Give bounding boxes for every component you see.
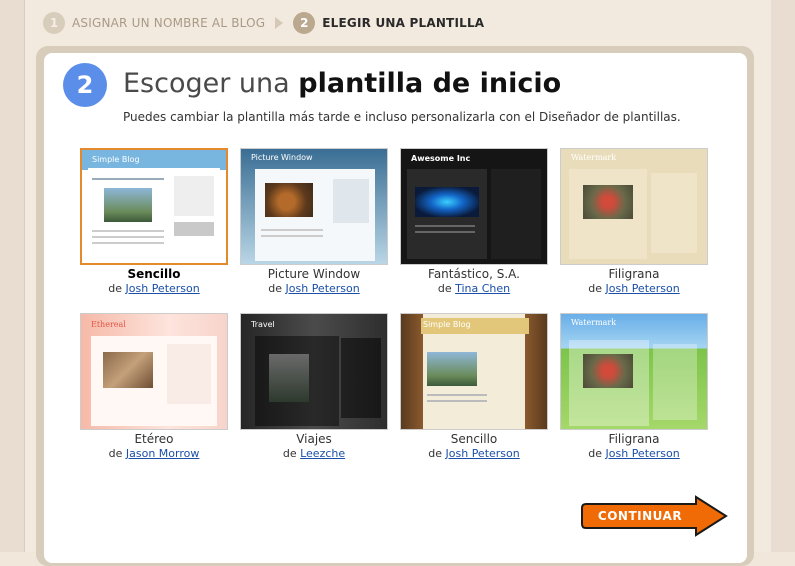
continue-button[interactable]: CONTINUAR	[580, 495, 730, 537]
page-title: Escoger una plantilla de inicio	[123, 68, 561, 99]
author-prefix: de	[588, 447, 603, 460]
template-author: de Leezche	[240, 447, 388, 460]
template-author: de Josh Peterson	[560, 282, 708, 295]
thumbnail-title: Simple Blog	[423, 320, 471, 329]
template-name: Filigrana	[608, 267, 660, 281]
template-name: Fantástico, S.A.	[428, 267, 520, 281]
template-name: Sencillo	[127, 267, 181, 281]
author-link[interactable]: Josh Peterson	[606, 282, 680, 295]
step-2: 2 ELEGIR UNA PLANTILLA	[293, 12, 484, 34]
template-name: Filigrana	[608, 432, 660, 446]
template-panel	[44, 53, 747, 563]
author-prefix: de	[428, 447, 443, 460]
template-author: de Tina Chen	[400, 282, 548, 295]
step-1[interactable]: 1 ASIGNAR UN NOMBRE AL BLOG	[43, 12, 265, 34]
thumbnail-title: Travel	[251, 320, 275, 329]
thumbnail-title: Awesome Inc	[411, 154, 471, 163]
author-link[interactable]: Josh Peterson	[286, 282, 360, 295]
page-title-light: Escoger una	[123, 68, 299, 99]
author-prefix: de	[108, 447, 123, 460]
step-indicator: 1 ASIGNAR UN NOMBRE AL BLOG 2 ELEGIR UNA…	[43, 10, 484, 36]
author-link[interactable]: Josh Peterson	[126, 282, 200, 295]
template-author: de Josh Peterson	[400, 447, 548, 460]
author-prefix: de	[282, 447, 297, 460]
section-number: 2	[63, 63, 107, 107]
right-margin	[771, 0, 795, 552]
step-2-label: ELEGIR UNA PLANTILLA	[322, 16, 485, 30]
thumbnail-title: Ethereal	[91, 320, 126, 329]
template-thumbnail[interactable]: Simple Blog	[80, 148, 228, 265]
author-prefix: de	[108, 282, 123, 295]
template-thumbnail[interactable]: Watermark	[560, 148, 708, 265]
author-prefix: de	[588, 282, 603, 295]
template-author: de Jason Morrow	[80, 447, 228, 460]
thumbnail-title: Picture Window	[251, 153, 313, 162]
author-link[interactable]: Josh Peterson	[606, 447, 680, 460]
author-link[interactable]: Leezche	[300, 447, 345, 460]
thumbnail-title: Simple Blog	[92, 155, 140, 164]
template-thumbnail[interactable]: Watermark	[560, 313, 708, 430]
thumbnail-title: Watermark	[571, 318, 617, 327]
thumbnail-title: Watermark	[571, 153, 617, 162]
author-link[interactable]: Tina Chen	[455, 282, 510, 295]
template-name: Etéreo	[134, 432, 174, 446]
template-author: de Josh Peterson	[560, 447, 708, 460]
author-prefix: de	[437, 282, 452, 295]
continue-label: CONTINUAR	[597, 509, 683, 523]
left-margin	[0, 0, 24, 552]
template-name: Picture Window	[267, 267, 361, 281]
template-thumbnail[interactable]: Simple Blog	[400, 313, 548, 430]
template-author: de Josh Peterson	[240, 282, 388, 295]
template-author: de Josh Peterson	[80, 282, 228, 295]
template-thumbnail[interactable]: Picture Window	[240, 148, 388, 265]
template-name: Viajes	[296, 432, 332, 446]
step-2-number: 2	[293, 12, 316, 34]
template-thumbnail[interactable]: Awesome Inc	[400, 148, 548, 265]
author-link[interactable]: Jason Morrow	[126, 447, 199, 460]
template-thumbnail[interactable]: Ethereal	[80, 313, 228, 430]
step-1-label: ASIGNAR UN NOMBRE AL BLOG	[72, 16, 266, 30]
step-arrow-icon	[275, 17, 284, 29]
page-subtitle: Puedes cambiar la plantilla más tarde e …	[123, 110, 681, 124]
author-prefix: de	[268, 282, 283, 295]
author-link[interactable]: Josh Peterson	[446, 447, 520, 460]
step-1-number: 1	[43, 12, 65, 34]
template-name: Sencillo	[450, 432, 498, 446]
template-thumbnail[interactable]: Travel	[240, 313, 388, 430]
page-title-bold: plantilla de inicio	[298, 68, 562, 99]
